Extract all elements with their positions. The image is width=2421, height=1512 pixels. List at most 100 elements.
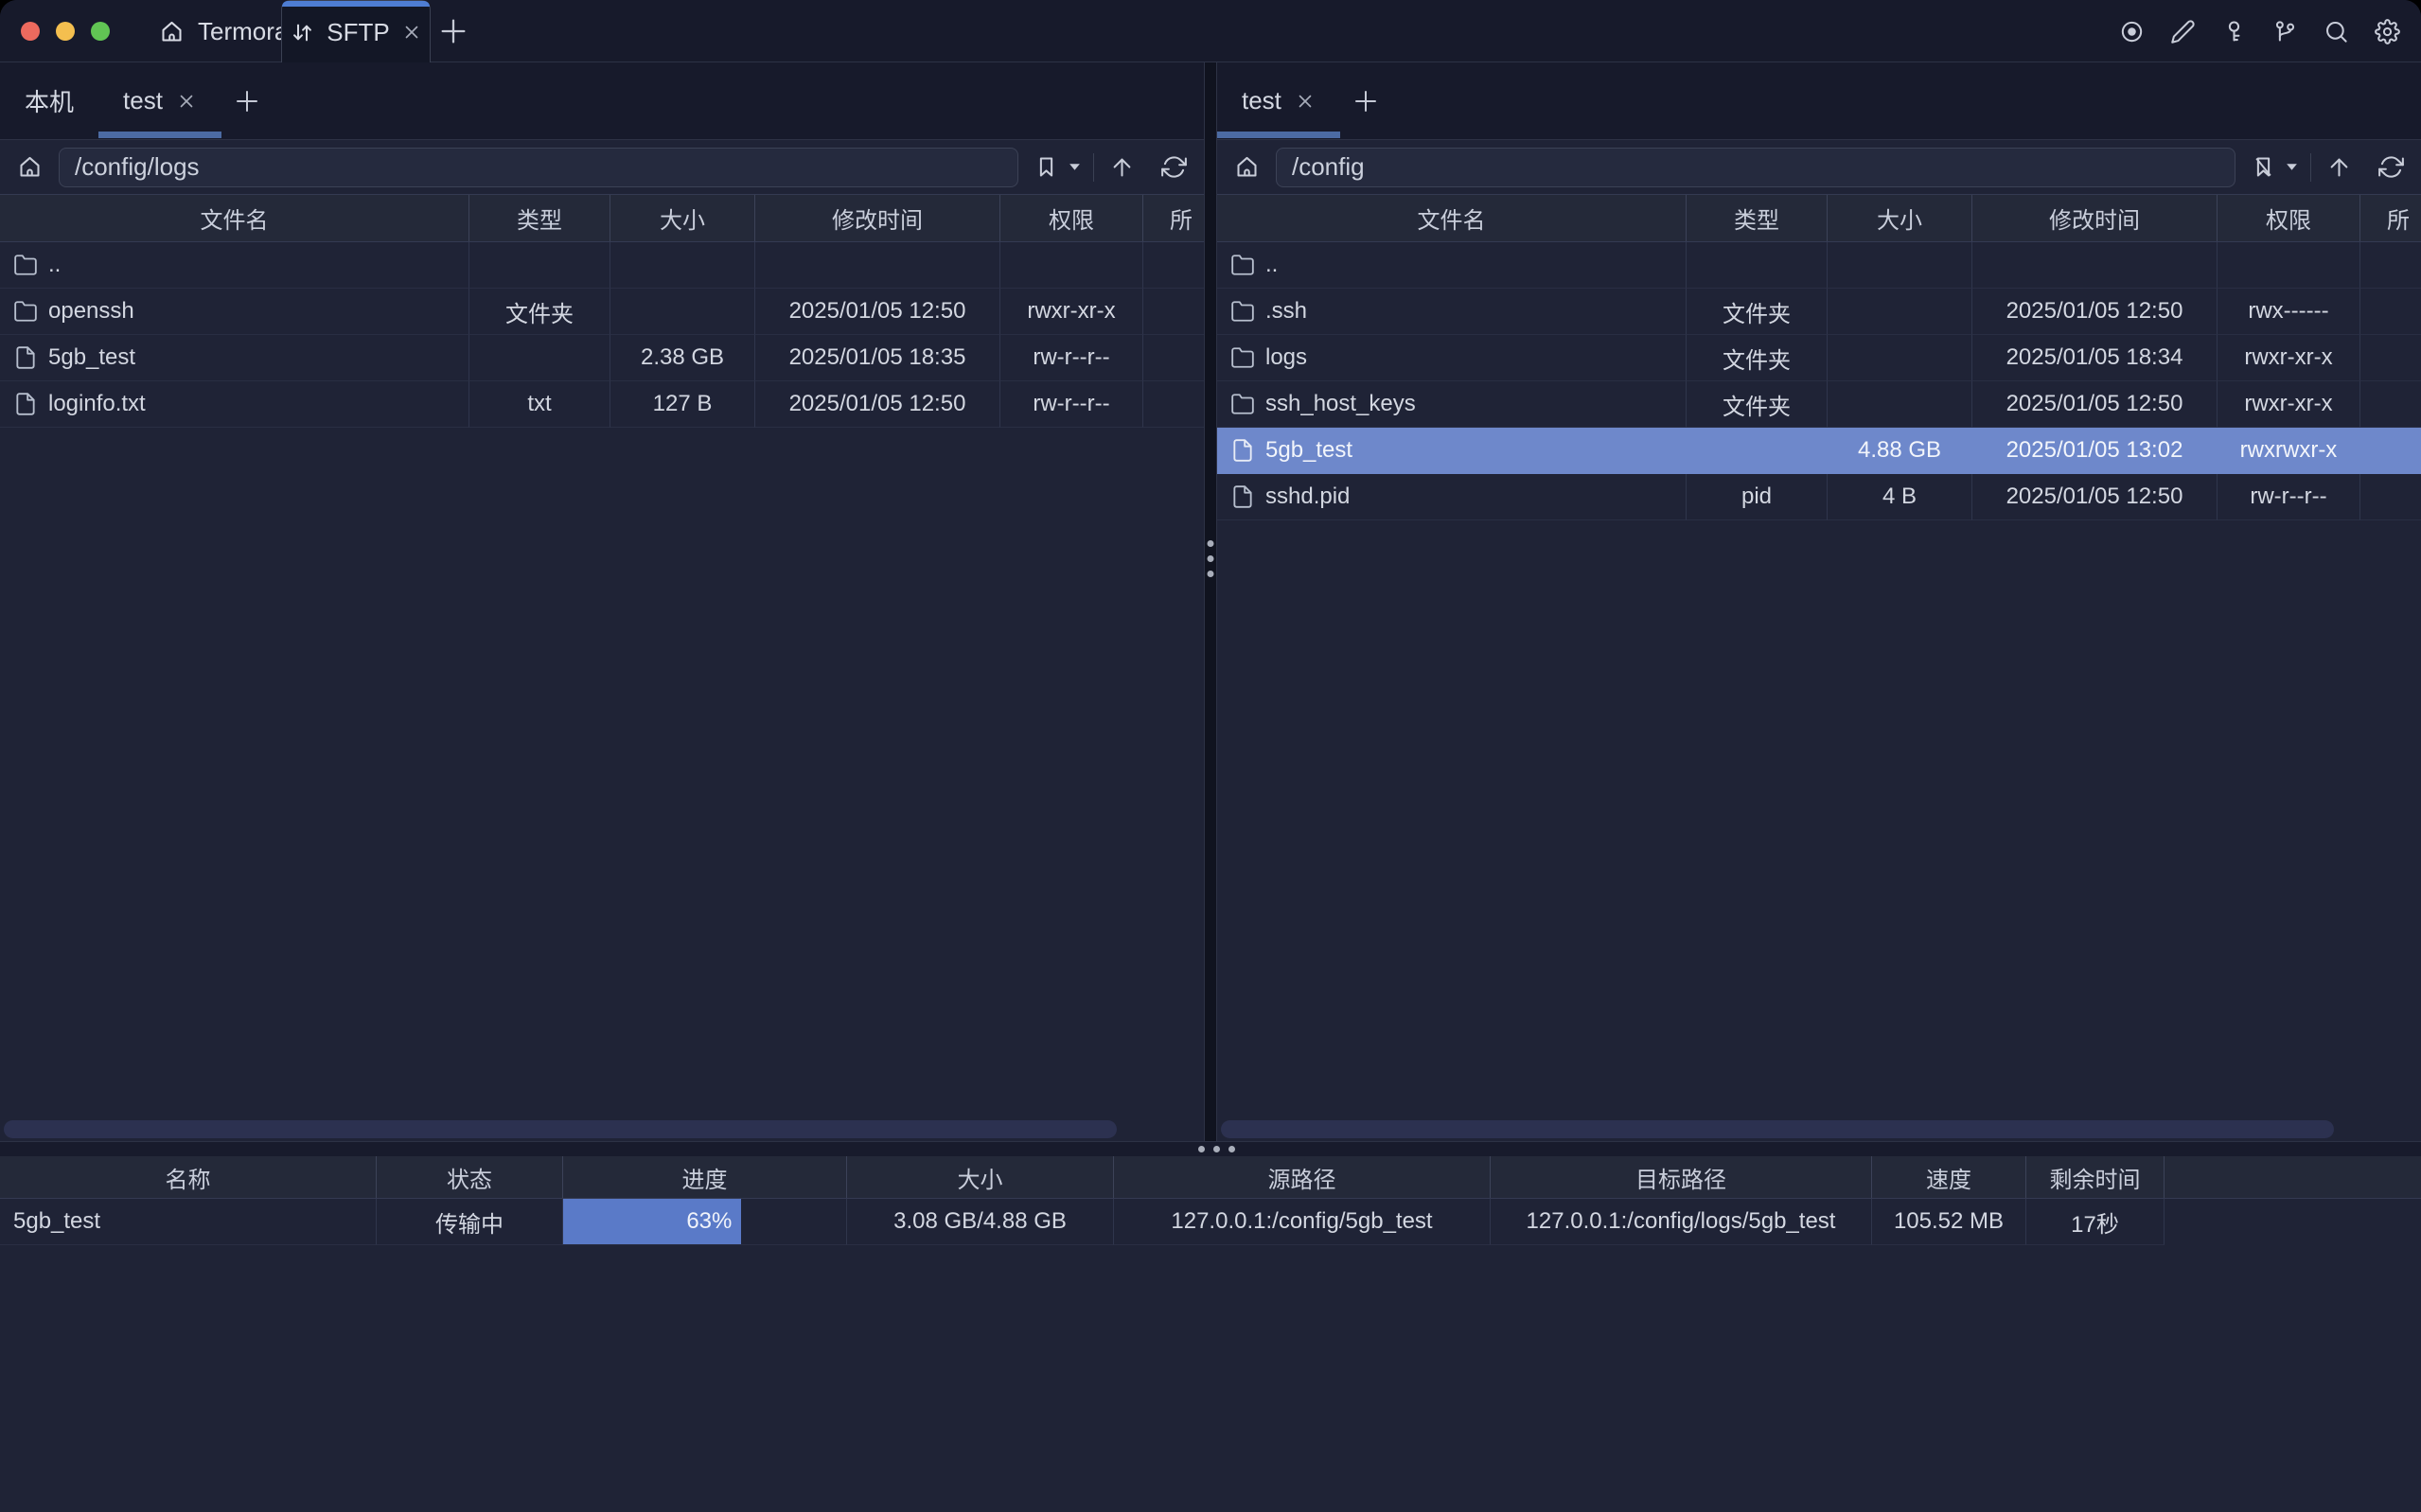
chevron-down-icon[interactable]: [1068, 161, 1082, 173]
horizontal-scrollbar[interactable]: [1221, 1120, 2334, 1138]
file-type: [469, 242, 610, 289]
folder-icon: [13, 253, 38, 277]
table-row[interactable]: logs 文件夹 2025/01/05 18:34 rwxr-xr-x: [1217, 335, 2421, 381]
search-icon[interactable]: [2324, 19, 2349, 44]
file-size: [1828, 335, 1972, 381]
close-pane-tab-icon[interactable]: [1295, 91, 1316, 112]
column-header-mtime[interactable]: 修改时间: [1972, 195, 2218, 241]
settings-gear-icon[interactable]: [2375, 19, 2400, 44]
chevron-down-icon[interactable]: [2285, 161, 2299, 173]
close-window-button[interactable]: [21, 22, 40, 41]
file-mtime: 2025/01/05 12:50: [1972, 289, 2218, 335]
file-mtime: 2025/01/05 12:50: [1972, 474, 2218, 520]
table-row[interactable]: ssh_host_keys 文件夹 2025/01/05 12:50 rwxr-…: [1217, 381, 2421, 428]
file-mtime: 2025/01/05 12:50: [755, 289, 1000, 335]
splitter-grip-icon: [1208, 540, 1214, 577]
right-pathbar: [1217, 140, 2421, 194]
path-input[interactable]: [1276, 148, 2235, 187]
table-row[interactable]: ..: [1217, 242, 2421, 289]
bookmark-slash-icon[interactable]: [2251, 154, 2276, 180]
key-icon[interactable]: [2221, 19, 2247, 44]
keychain-fork-icon[interactable]: [2272, 19, 2298, 44]
file-owner: [1143, 335, 1204, 381]
traffic-lights: [21, 22, 110, 41]
add-connection-button[interactable]: [1352, 87, 1380, 115]
table-row[interactable]: loginfo.txt txt 127 B 2025/01/05 12:50 r…: [0, 381, 1204, 428]
file-type: 文件夹: [1687, 381, 1828, 428]
home-icon[interactable]: [1234, 154, 1260, 180]
table-row[interactable]: 5gb_test 2.38 GB 2025/01/05 18:35 rw-r--…: [0, 335, 1204, 381]
horizontal-scrollbar[interactable]: [4, 1120, 1117, 1138]
right-path-actions: [2251, 153, 2404, 182]
add-connection-button[interactable]: [233, 87, 261, 115]
file-size: [1828, 289, 1972, 335]
close-pane-tab-icon[interactable]: [176, 91, 197, 112]
file-type: [1687, 428, 1828, 474]
file-name: ssh_host_keys: [1265, 391, 1416, 417]
folder-icon: [1230, 253, 1255, 277]
column-header-status[interactable]: 状态: [377, 1156, 563, 1198]
refresh-icon[interactable]: [1161, 154, 1187, 180]
path-input[interactable]: [59, 148, 1018, 187]
table-row[interactable]: sshd.pid pid 4 B 2025/01/05 12:50 rw-r--…: [1217, 474, 2421, 520]
table-row[interactable]: ..: [0, 242, 1204, 289]
file-owner: [2360, 474, 2421, 520]
pane-tab-local[interactable]: 本机: [0, 62, 98, 139]
pane-splitter-vertical[interactable]: [1204, 62, 1217, 1141]
column-header-name[interactable]: 名称: [0, 1156, 377, 1198]
file-icon: [1230, 484, 1255, 509]
transfer-row[interactable]: 5gb_test 传输中 63% 3.08 GB/4.88 GB 127.0.0…: [0, 1199, 2421, 1245]
parent-directory-icon[interactable]: [2326, 154, 2352, 180]
left-table-header: 文件名 类型 大小 修改时间 权限 所: [0, 194, 1204, 242]
file-name: 5gb_test: [48, 344, 135, 371]
minimize-window-button[interactable]: [56, 22, 75, 41]
edit-pencil-icon[interactable]: [2170, 19, 2196, 44]
column-header-perm[interactable]: 权限: [1000, 195, 1143, 241]
column-header-type[interactable]: 类型: [469, 195, 610, 241]
pane-tab-test[interactable]: test: [98, 62, 221, 139]
home-icon: [159, 19, 185, 44]
file-mtime: [755, 242, 1000, 289]
file-name: openssh: [48, 298, 134, 325]
column-header-target[interactable]: 目标路径: [1491, 1156, 1872, 1198]
file-owner: [2360, 335, 2421, 381]
bookmark-icon[interactable]: [1034, 154, 1059, 180]
column-header-owner[interactable]: 所: [1143, 195, 1204, 241]
refresh-icon[interactable]: [2378, 154, 2404, 180]
file-mtime: 2025/01/05 12:50: [1972, 381, 2218, 428]
header-filler: [2165, 1156, 2421, 1198]
parent-directory-icon[interactable]: [1109, 154, 1135, 180]
pane-tab-test[interactable]: test: [1217, 62, 1340, 139]
column-header-speed[interactable]: 速度: [1872, 1156, 2026, 1198]
table-row-selected[interactable]: 5gb_test 4.88 GB 2025/01/05 13:02 rwxrwx…: [1217, 428, 2421, 474]
file-owner: [2360, 242, 2421, 289]
transfer-table-header: 名称 状态 进度 大小 源路径 目标路径 速度 剩余时间: [0, 1156, 2421, 1199]
column-header-perm[interactable]: 权限: [2218, 195, 2360, 241]
table-row[interactable]: openssh 文件夹 2025/01/05 12:50 rwxr-xr-x: [0, 289, 1204, 335]
new-tab-button[interactable]: [437, 15, 469, 47]
column-header-filename[interactable]: 文件名: [1217, 195, 1687, 241]
column-header-owner[interactable]: 所: [2360, 195, 2421, 241]
pane-tab-label: 本机: [25, 83, 74, 118]
column-header-size[interactable]: 大小: [1828, 195, 1972, 241]
column-header-size[interactable]: 大小: [847, 1156, 1114, 1198]
column-header-remaining[interactable]: 剩余时间: [2026, 1156, 2165, 1198]
folder-icon: [1230, 392, 1255, 416]
column-header-source[interactable]: 源路径: [1114, 1156, 1491, 1198]
file-icon: [13, 345, 38, 370]
transfer-name: 5gb_test: [0, 1199, 377, 1245]
table-row[interactable]: .ssh 文件夹 2025/01/05 12:50 rwx------: [1217, 289, 2421, 335]
maximize-window-button[interactable]: [91, 22, 110, 41]
pane-splitter-horizontal[interactable]: [0, 1141, 2421, 1156]
folder-icon: [13, 299, 38, 324]
file-name: sshd.pid: [1265, 483, 1350, 510]
tab-sftp[interactable]: SFTP: [281, 0, 431, 63]
home-icon[interactable]: [17, 154, 43, 180]
column-header-type[interactable]: 类型: [1687, 195, 1828, 241]
record-icon[interactable]: [2119, 19, 2145, 44]
column-header-filename[interactable]: 文件名: [0, 195, 469, 241]
column-header-progress[interactable]: 进度: [563, 1156, 847, 1198]
close-tab-icon[interactable]: [401, 22, 422, 43]
column-header-size[interactable]: 大小: [610, 195, 755, 241]
column-header-mtime[interactable]: 修改时间: [755, 195, 1000, 241]
